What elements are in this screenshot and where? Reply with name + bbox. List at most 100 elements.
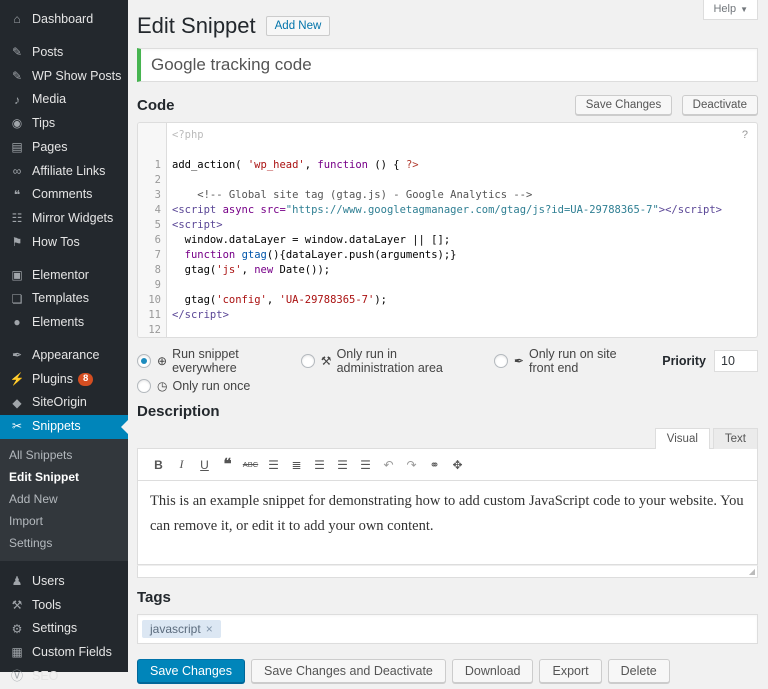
sidebar-item-media[interactable]: ♪Media [0,88,128,112]
code-editor-content[interactable]: <?php add_action( 'wp_head', function ()… [167,123,757,337]
align-right-icon[interactable]: ☰ [354,458,377,472]
radio-button[interactable] [301,354,315,368]
redo-icon[interactable]: ↷ [400,458,423,472]
scope-option-only-run-once[interactable]: ◷Only run once [137,379,250,393]
undo-icon[interactable]: ↶ [377,458,400,472]
paintbrush-icon: ✒ [9,349,25,362]
sidebar-item-siteorigin[interactable]: ◆SiteOrigin [0,391,128,415]
submenu-item-edit-snippet[interactable]: Edit Snippet [0,466,128,488]
resize-grip-icon[interactable]: ◢ [749,567,755,577]
save-and-deactivate-button[interactable]: Save Changes and Deactivate [251,659,446,683]
sidebar-item-seo[interactable]: ⓋSEO [0,665,128,689]
line-number: 11 [138,308,166,323]
sidebar-item-templates[interactable]: ❏Templates [0,287,128,311]
tag-label: javascript [150,622,201,636]
align-left-icon[interactable]: ☰ [308,458,331,472]
sidebar-item-pages[interactable]: ▤Pages [0,136,128,160]
save-changes-top-button[interactable]: Save Changes [575,95,672,115]
line-number: 9 [138,278,166,293]
scope-option-run-snippet-everywhere[interactable]: ⊕Run snippet everywhere [137,347,275,375]
add-new-button[interactable]: Add New [266,16,331,36]
sidebar-item-label: Comments [32,188,92,202]
fullscreen-icon[interactable]: ✥ [446,458,469,472]
sidebar-item-how-tos[interactable]: ⚑How Tos [0,231,128,255]
line-number: 8 [138,263,166,278]
sidebar-item-label: Posts [32,46,63,60]
bold-icon[interactable]: B [147,458,170,472]
tab-text[interactable]: Text [713,428,758,449]
link-icon[interactable]: ⚭ [423,458,446,472]
strikethrough-icon[interactable]: ABC [239,460,262,469]
submenu-item-import[interactable]: Import [0,510,128,532]
italic-icon[interactable]: I [170,457,193,472]
siteorigin-icon: ◆ [9,397,25,410]
bulleted-list-icon[interactable]: ☰ [262,458,285,472]
gear-icon: ⚙ [9,623,25,636]
underline-icon[interactable]: U [193,458,216,472]
tag-remove-icon[interactable]: × [206,622,213,636]
blockquote-icon[interactable]: ❝ [216,455,239,474]
sidebar-item-tips[interactable]: ◉Tips [0,112,128,136]
submenu-item-add-new[interactable]: Add New [0,488,128,510]
sidebar-item-mirror-widgets[interactable]: ☷Mirror Widgets [0,207,128,231]
sidebar-item-affiliate-links[interactable]: ∞Affiliate Links [0,160,128,184]
page-title: Edit Snippet [137,13,256,39]
sidebar-item-label: Users [32,575,65,589]
sidebar-item-wp-show-posts[interactable]: ✎WP Show Posts [0,65,128,89]
pushpin-icon: ✎ [9,46,25,59]
download-button[interactable]: Download [452,659,534,683]
description-textarea[interactable]: This is an example snippet for demonstra… [137,481,758,565]
dashboard-icon: ⌂ [9,13,25,26]
page-header: Edit Snippet Add New [137,0,758,39]
footer-buttons: Save ChangesSave Changes and DeactivateD… [137,659,758,683]
radio-selected-dot [141,358,147,364]
sidebar-item-comments[interactable]: ❝Comments [0,183,128,207]
scope-option-only-run-on-site-front-end[interactable]: ✒ Only run on site front end [494,347,636,375]
priority-input[interactable] [714,350,758,372]
export-button[interactable]: Export [539,659,601,683]
tags-section-header: Tags [137,589,758,606]
sidebar-item-label: Custom Fields [32,646,112,660]
sidebar-item-custom-fields[interactable]: ▦Custom Fields [0,641,128,665]
tags-input[interactable]: javascript × [137,614,758,644]
sidebar-item-plugins[interactable]: ⚡Plugins8 [0,368,128,392]
sidebar-item-elements[interactable]: ●Elements [0,311,128,335]
sidebar-item-users[interactable]: ♟Users [0,570,128,594]
radio-button[interactable] [137,354,151,368]
code-line [172,278,749,293]
sidebar-item-label: Tools [32,599,61,613]
sidebar-item-label: Templates [32,292,89,306]
sidebar-item-settings[interactable]: ⚙Settings [0,617,128,641]
sidebar-item-posts[interactable]: ✎ Posts [0,41,128,65]
help-dropdown[interactable]: Help▼ [703,0,758,20]
sidebar-item-appearance[interactable]: ✒Appearance [0,344,128,368]
code-editor[interactable]: 1234567891011121314 <?php add_action( 'w… [137,122,758,338]
align-center-icon[interactable]: ☰ [331,458,354,472]
line-number: 10 [138,293,166,308]
scope-option-label: Only run on site front end [529,347,636,375]
update-count-badge: 8 [78,373,93,385]
sidebar-item-label: Tips [32,117,55,131]
editor-help-icon[interactable]: ? [742,129,748,141]
scope-option-only-run-in-administration-area[interactable]: ⚒Only run in administration area [301,347,468,375]
php-open-tag: <?php [172,128,749,143]
delete-button[interactable]: Delete [608,659,670,683]
sidebar-item-dashboard[interactable]: ⌂Dashboard [0,8,128,32]
sidebar-item-tools[interactable]: ⚒Tools [0,594,128,618]
brush-icon: ✒ [514,354,524,368]
deactivate-button[interactable]: Deactivate [682,95,758,115]
editor-statusbar: ◢ [137,565,758,578]
radio-button[interactable] [137,379,151,393]
submenu-item-settings[interactable]: Settings [0,532,128,554]
submenu-item-all-snippets[interactable]: All Snippets [0,444,128,466]
numbered-list-icon[interactable]: ≣ [285,458,308,472]
code-line: <!-- Global site tag (gtag.js) - Google … [172,188,749,203]
sidebar-item-elementor[interactable]: ▣Elementor [0,264,128,288]
sidebar-item-label: Mirror Widgets [32,212,113,226]
save-changes-button[interactable]: Save Changes [137,659,245,683]
sidebar-item-snippets[interactable]: ✂Snippets [0,415,128,439]
snippet-title-input[interactable] [137,48,758,82]
tab-visual[interactable]: Visual [655,428,710,449]
snippets-submenu: All SnippetsEdit SnippetAdd NewImportSet… [0,439,128,561]
radio-button[interactable] [494,354,508,368]
